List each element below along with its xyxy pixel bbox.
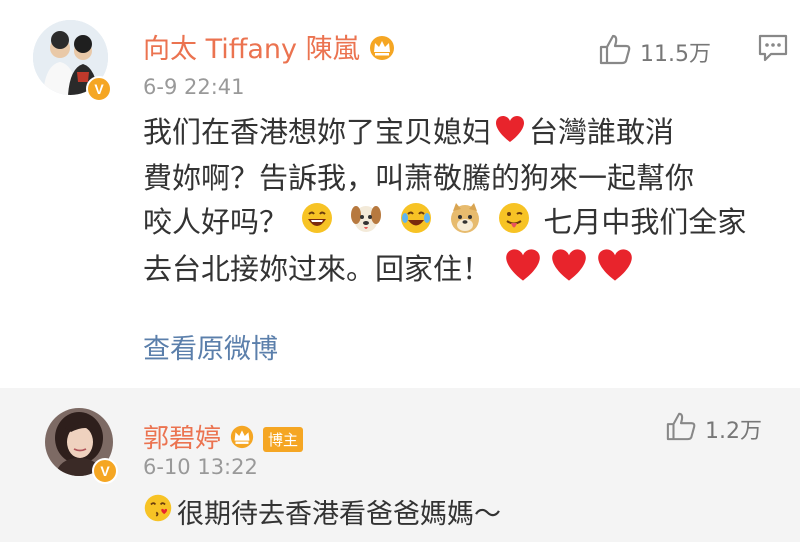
reply-like-button[interactable]: 1.2万 <box>665 411 762 447</box>
comment-author-name[interactable]: 向太 Tiffany 陳嵐 <box>143 27 398 68</box>
body-text-segment: 七月中我们全家 <box>543 205 747 239</box>
tears-of-joy-emoji-icon <box>399 201 433 247</box>
crown-icon <box>227 423 257 456</box>
reply-timestamp: 6-10 13:22 <box>143 455 258 479</box>
blogger-badge: 博主 <box>263 427 304 452</box>
like-count: 11.5万 <box>640 42 711 67</box>
heart-emoji-icon <box>595 247 635 295</box>
body-text-segment: 咬人好吗？ <box>143 205 289 239</box>
body-line-3: 咬人好吗？ 七月中我们全家 <box>143 200 783 247</box>
comment-body: 我们在香港想妳了宝贝媳妇 台灣誰敢消 費妳啊？告訴我，叫萧敬騰的狗來一起幫你 咬人… <box>143 110 783 295</box>
body-line-1: 我们在香港想妳了宝贝媳妇 台灣誰敢消 <box>143 110 783 156</box>
reply-like-count: 1.2万 <box>705 419 762 444</box>
doge-emoji-icon <box>448 201 482 247</box>
body-text-segment: 去台北接妳过來。回家住！ <box>143 252 492 286</box>
thumbs-up-icon <box>598 33 632 71</box>
body-text-segment: 我们在香港想妳了宝贝媳妇 <box>143 115 492 149</box>
heart-emoji-icon <box>494 112 526 156</box>
view-original-post-link[interactable]: 查看原微博 <box>143 327 278 366</box>
dog-emoji-icon <box>349 201 383 247</box>
verified-badge-icon: V <box>86 76 112 102</box>
like-button[interactable]: 11.5万 <box>598 33 711 71</box>
kissing-heart-emoji-icon <box>143 493 173 530</box>
comment-timestamp: 6-9 22:41 <box>143 75 245 99</box>
reply-author-name[interactable]: 郭碧婷 博主 <box>143 418 304 456</box>
reply-body: 很期待去香港看爸爸媽媽～ <box>143 492 501 531</box>
laughing-emoji-icon <box>300 201 334 247</box>
tongue-wink-emoji-icon <box>497 201 531 247</box>
comment-icon[interactable] <box>757 33 789 67</box>
heart-emoji-icon <box>549 247 589 295</box>
body-line-4: 去台北接妳过來。回家住！ <box>143 247 783 295</box>
heart-emoji-icon <box>503 247 543 295</box>
author-name-text: 向太 Tiffany 陳嵐 <box>143 34 360 65</box>
thumbs-up-icon <box>665 411 697 447</box>
reply-text: 很期待去香港看爸爸媽媽～ <box>177 499 501 530</box>
body-line-2: 費妳啊？告訴我，叫萧敬騰的狗來一起幫你 <box>143 161 695 195</box>
crown-icon <box>366 33 398 68</box>
reply-author-name-text: 郭碧婷 <box>143 424 222 454</box>
body-text-segment: 台灣誰敢消 <box>529 115 675 149</box>
verified-badge-icon: V <box>92 458 118 484</box>
